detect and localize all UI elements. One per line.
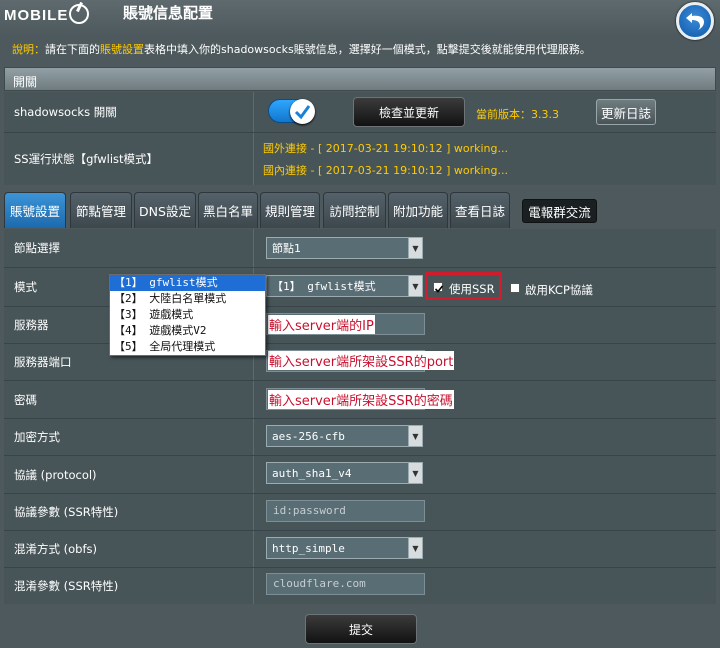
tab-telegram-group[interactable]: 電報群交流	[522, 199, 597, 223]
obfs-param-input[interactable]: cloudflare.com	[266, 573, 425, 595]
back-arrow-icon	[686, 13, 704, 30]
mode-option-gfwlist[interactable]: 【1】 gfwlist模式	[110, 275, 265, 291]
protocol-param-label: 協議參數 (SSR特性)	[4, 494, 254, 530]
ss-status-label: SS運行狀態【gfwlist模式】	[4, 133, 254, 185]
chevron-down-icon: ▼	[408, 426, 422, 446]
use-ssr-label: 使用SSR	[449, 282, 495, 296]
node-select-label: 節點選擇	[4, 229, 254, 267]
password-label: 密碼	[4, 381, 254, 418]
tab-rule-management[interactable]: 規則管理	[260, 192, 320, 228]
submit-button[interactable]: 提交	[305, 614, 417, 644]
encryption-label: 加密方式	[4, 419, 254, 455]
mode-select[interactable]: 【1】 gfwlist模式 ▼	[266, 275, 423, 297]
enable-kcp-label: 啟用KCP協議	[525, 283, 593, 297]
tab-access-control[interactable]: 訪問控制	[323, 192, 386, 228]
shadowsocks-switch-label: shadowsocks 開關	[4, 92, 254, 132]
enable-kcp-checkbox[interactable]	[510, 283, 520, 293]
tab-black-white-list[interactable]: 黑白名單	[198, 192, 258, 228]
toggle-knob	[290, 99, 315, 124]
check-icon	[294, 105, 311, 120]
description: 說明：請在下面的賬號設置表格中填入你的shadowsocks賬號信息，選擇好一個…	[12, 43, 591, 56]
tab-dns-settings[interactable]: DNS設定	[134, 192, 196, 228]
password-annotation: 輸入server端所架設SSR的密碼	[268, 390, 454, 409]
protocol-select[interactable]: auth_sha1_v4 ▼	[266, 462, 423, 484]
server-annotation: 輸入server端的IP	[268, 315, 375, 334]
page-title: 賬號信息配置	[123, 4, 214, 22]
mode-option-game[interactable]: 【3】 遊戲模式	[110, 307, 265, 323]
tab-node-management[interactable]: 節點管理	[70, 192, 132, 228]
protocol-param-input[interactable]: id:password	[266, 500, 425, 522]
server-port-annotation: 輸入server端所架設SSR的port	[268, 351, 455, 370]
protocol-label: 協議 (protocol)	[4, 456, 254, 493]
logo-ring-icon	[69, 4, 90, 24]
check-update-button[interactable]: 檢查並更新	[353, 97, 465, 127]
mode-option-china-whitelist[interactable]: 【2】 大陸白名單模式	[110, 291, 265, 307]
mode-dropdown-list: 【1】 gfwlist模式 【2】 大陸白名單模式 【3】 遊戲模式 【4】 遊…	[109, 274, 266, 356]
shadowsocks-toggle[interactable]	[268, 99, 315, 124]
back-button[interactable]	[676, 2, 714, 40]
use-ssr-checkbox[interactable]	[433, 282, 444, 293]
top-bar: MOBILE 賬號信息配置	[0, 0, 720, 36]
chevron-down-icon: ▼	[408, 538, 422, 558]
chevron-down-icon: ▼	[408, 276, 422, 296]
switch-section-header: 開關	[4, 67, 716, 91]
foreign-connection-status: 國外連接 - [ 2017-03-21 19:10:12 ] working..…	[263, 142, 508, 155]
mobile01-logo: MOBILE	[4, 4, 90, 24]
node-select[interactable]: 節點1 ▼	[266, 237, 423, 259]
changelog-button[interactable]: 更新日誌	[596, 99, 656, 125]
tab-account-settings[interactable]: 賬號設置	[4, 192, 66, 228]
encryption-select[interactable]: aes-256-cfb ▼	[266, 425, 423, 447]
mode-option-global-proxy[interactable]: 【5】 全局代理模式	[110, 339, 265, 355]
tab-view-logs[interactable]: 查看日誌	[450, 192, 510, 228]
current-version: 當前版本：3.3.3	[476, 108, 559, 121]
chevron-down-icon: ▼	[408, 238, 422, 258]
obfs-select[interactable]: http_simple ▼	[266, 537, 423, 559]
domestic-connection-status: 國內連接 - [ 2017-03-21 19:10:12 ] working..…	[263, 164, 508, 177]
obfs-param-label: 混淆參數 (SSR特性)	[4, 568, 254, 604]
obfs-label: 混淆方式 (obfs)	[4, 531, 254, 567]
mode-option-game-v2[interactable]: 【4】 遊戲模式V2	[110, 323, 265, 339]
tab-extra-features[interactable]: 附加功能	[388, 192, 448, 228]
checkmark-icon	[434, 285, 444, 293]
chevron-down-icon: ▼	[408, 463, 422, 483]
